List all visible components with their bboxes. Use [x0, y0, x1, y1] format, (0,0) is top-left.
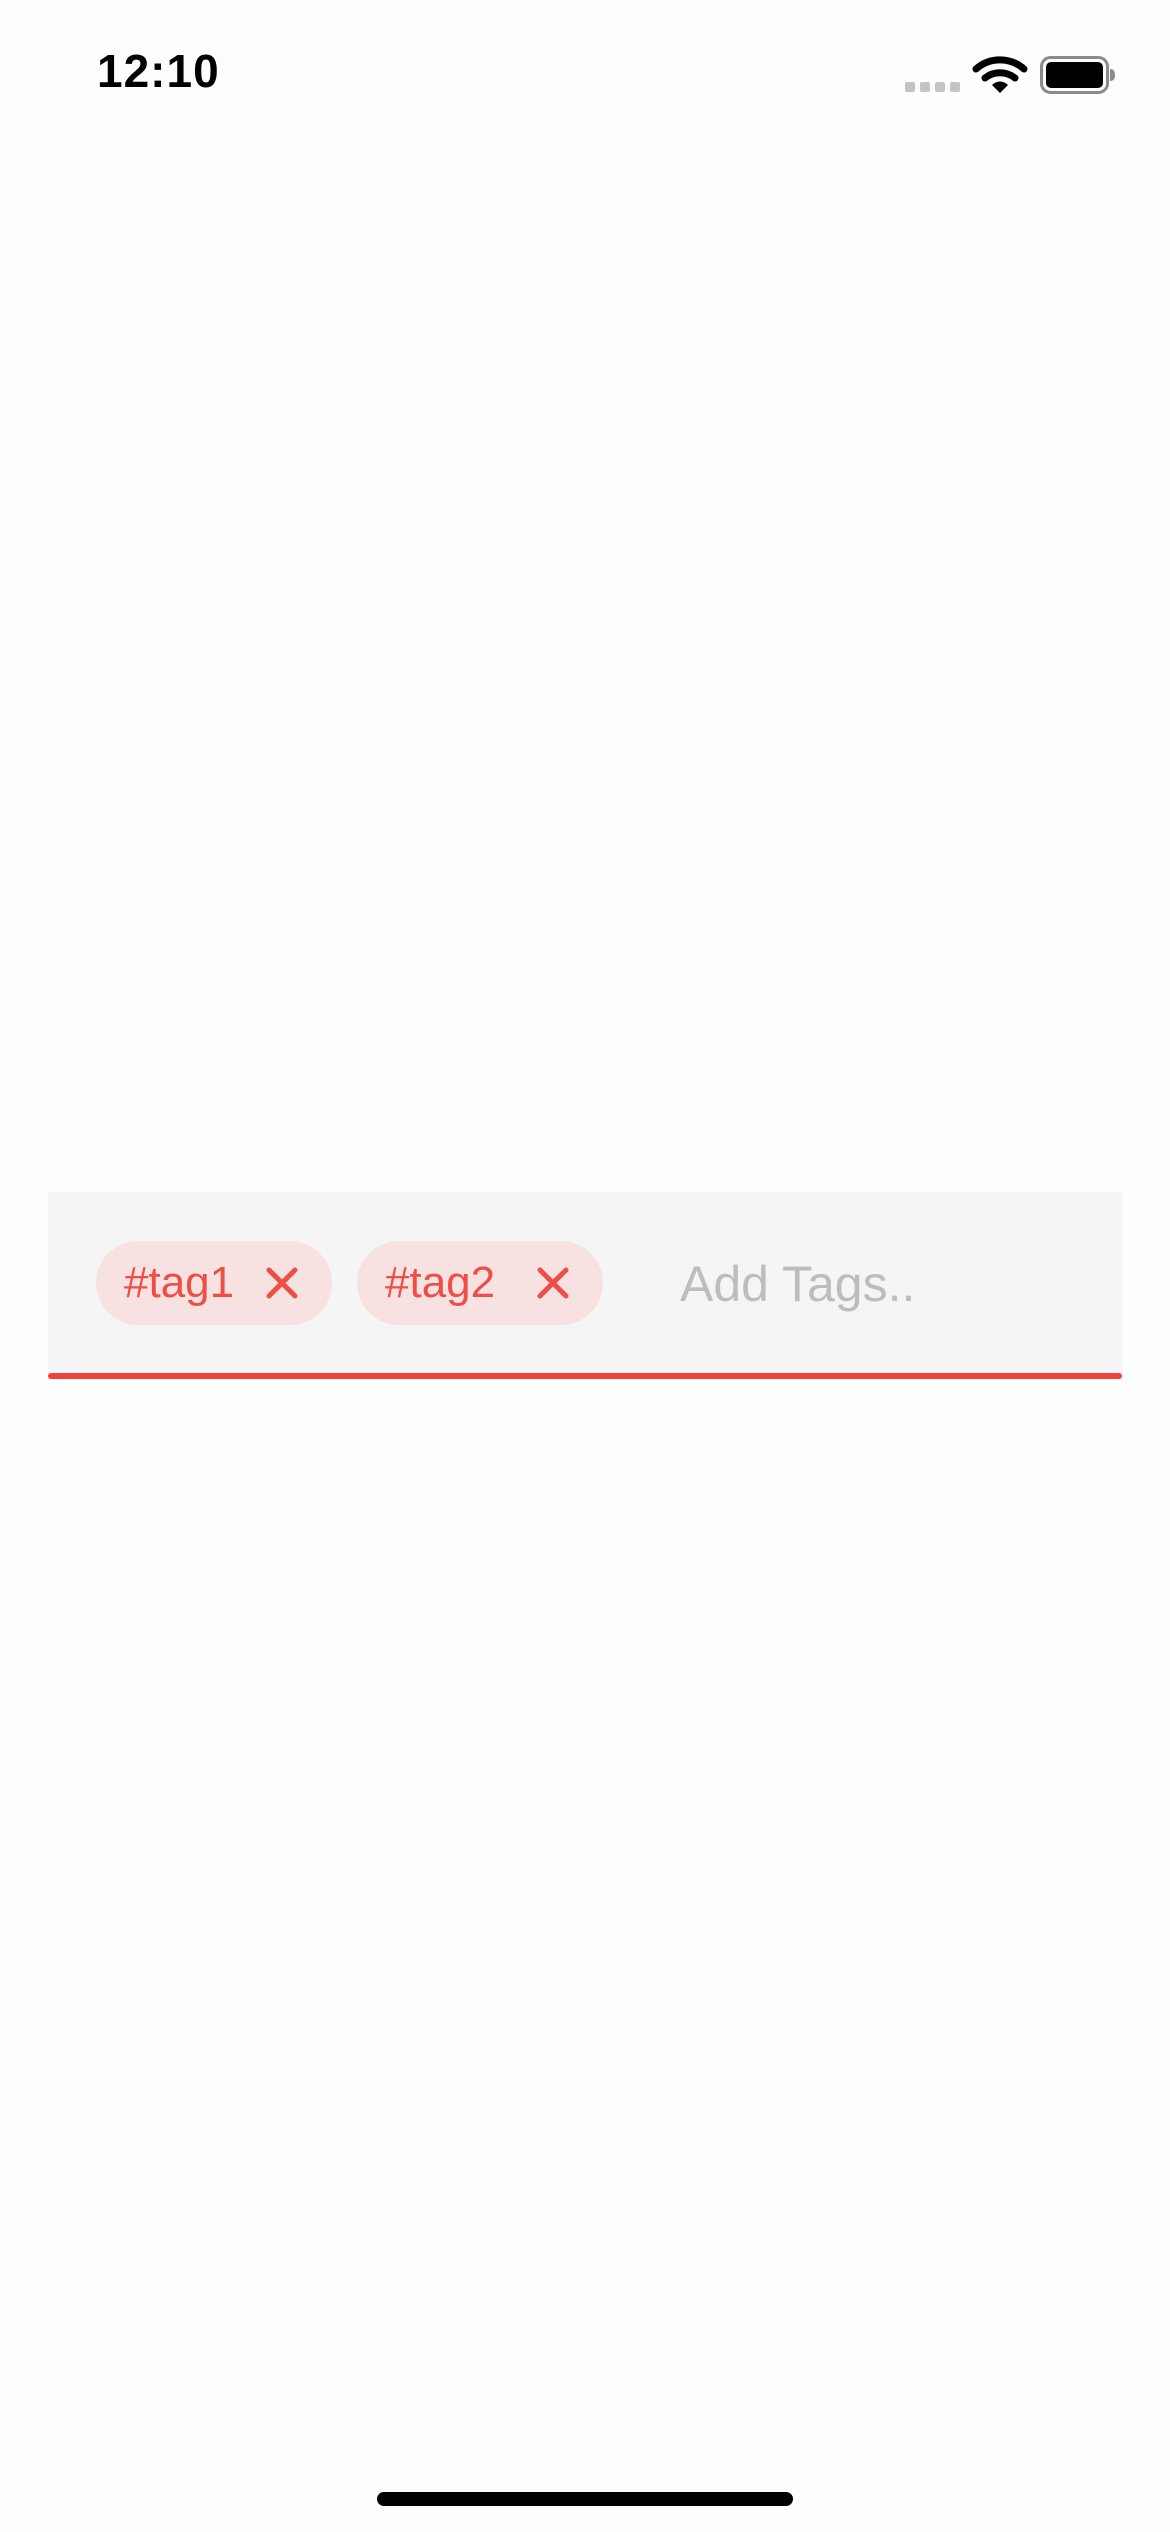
home-indicator[interactable]: [377, 2492, 793, 2506]
status-time: 12:10: [97, 45, 220, 97]
tag-chip: #tag2: [357, 1241, 603, 1325]
tag-chip-label: #tag2: [385, 1258, 496, 1307]
status-bar: 12:10: [0, 0, 1170, 140]
wifi-icon: [972, 56, 1028, 93]
battery-full-icon: [1040, 56, 1115, 94]
tag-chip-label: #tag1: [124, 1258, 235, 1307]
tag-chip: #tag1: [96, 1241, 332, 1325]
cellular-signal-icon: [905, 82, 960, 92]
close-icon[interactable]: [264, 1265, 300, 1301]
close-icon[interactable]: [535, 1265, 571, 1301]
add-tags-input[interactable]: [630, 1244, 1100, 1324]
tag-input-field[interactable]: #tag1 #tag2: [48, 1192, 1122, 1374]
input-underline: [48, 1373, 1122, 1379]
